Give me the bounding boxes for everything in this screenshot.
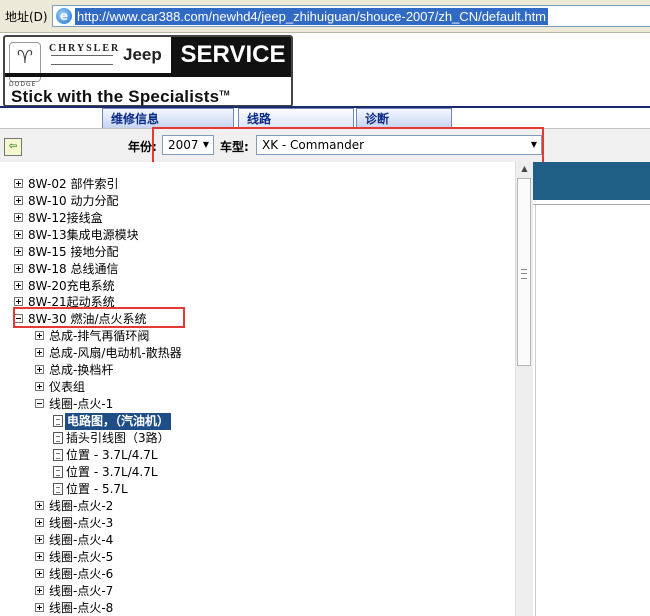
divider [535, 205, 536, 616]
expand-icon[interactable] [14, 179, 23, 188]
node-name: 总成-换档杆 [49, 363, 114, 377]
brand-chrysler: CHRYSLER [49, 43, 121, 54]
expand-icon[interactable] [14, 297, 23, 306]
ie-page-icon: e [56, 8, 72, 24]
expand-icon[interactable] [35, 382, 44, 391]
expand-icon[interactable] [14, 264, 23, 273]
grip-icon [521, 269, 527, 279]
expand-icon[interactable] [35, 501, 44, 510]
node-name: 接线盒 [66, 211, 103, 225]
node-name: 位置 - 3.7L/4.7L [66, 465, 158, 479]
tab-label: 线路 [247, 112, 272, 126]
address-bar: 地址(D) e http://www.car388.com/newhd4/jee… [0, 0, 650, 33]
node-name: 线圈-点火-3 [49, 516, 114, 530]
expand-icon[interactable] [35, 365, 44, 374]
expand-icon[interactable] [35, 586, 44, 595]
node-code: 8W-18 [28, 262, 67, 276]
scroll-thumb[interactable] [517, 178, 531, 366]
wiring-tree: 8W-02 部件索引 8W-10 动力分配 8W-12接线盒 8W-13集成电源… [0, 162, 515, 616]
node-name: 线圈-点火-5 [49, 550, 114, 564]
document-icon [53, 432, 63, 444]
node-name: 线圈-点火-4 [49, 533, 114, 547]
divider [533, 204, 650, 205]
content-band [533, 162, 650, 200]
document-icon [53, 415, 63, 427]
expand-icon[interactable] [14, 230, 23, 239]
tab-label: 维修信息 [111, 112, 160, 126]
node-name: 接地分配 [70, 245, 119, 259]
slogan-text: Stick with the Specialists [11, 87, 220, 106]
expand-icon[interactable] [14, 213, 23, 222]
node-code: 8W-10 [28, 194, 67, 208]
expand-icon[interactable] [35, 552, 44, 561]
node-name: 集成电源模块 [66, 228, 139, 242]
node-name: 充电系统 [66, 279, 115, 293]
node-name: 总成-排气再循环阀 [49, 329, 150, 343]
document-icon [53, 483, 63, 495]
logo-underbar [5, 73, 291, 77]
content-pane [533, 162, 650, 616]
node-name: 位置 - 5.7L [66, 482, 128, 496]
document-icon [53, 466, 63, 478]
expand-icon[interactable] [14, 196, 23, 205]
node-name: 线圈-点火-6 [49, 567, 114, 581]
tab-label: 诊断 [365, 112, 390, 126]
tab-diagnosis[interactable]: 诊断 [356, 108, 452, 128]
node-code: 8W-13 [28, 228, 67, 242]
node-code: 8W-20 [28, 279, 67, 293]
exit-icon[interactable]: ⇦ [4, 138, 22, 156]
expand-icon[interactable] [35, 569, 44, 578]
expand-icon[interactable] [35, 518, 44, 527]
node-name: 线圈-点火-1 [49, 397, 114, 411]
expand-icon[interactable] [35, 535, 44, 544]
scroll-up-arrow-icon[interactable]: ▲ [516, 162, 533, 176]
address-input[interactable]: e http://www.car388.com/newhd4/jeep_zhih… [52, 5, 650, 27]
node-name: 位置 - 3.7L/4.7L [66, 448, 158, 462]
chrysler-wings-icon [51, 55, 113, 65]
node-name: 插头引线图（3路） [66, 431, 170, 445]
node-name: 线圈-点火-2 [49, 499, 114, 513]
node-name: 总线通信 [70, 262, 119, 276]
node-code: 8W-12 [28, 211, 67, 225]
address-url[interactable]: http://www.car388.com/newhd4/jeep_zhihui… [75, 8, 549, 25]
tab-repair-info[interactable]: 维修信息 [102, 108, 234, 128]
node-name: 总成-风扇/电动机-散热器 [49, 346, 182, 360]
node-name: 部件索引 [70, 177, 119, 191]
expand-icon[interactable] [35, 331, 44, 340]
node-name: 仪表组 [49, 380, 86, 394]
brand-jeep: Jeep [123, 45, 162, 64]
trademark: TM [219, 90, 230, 98]
expand-icon[interactable] [14, 281, 23, 290]
expand-icon[interactable] [14, 247, 23, 256]
tree-scrollbar[interactable]: ▲ [515, 162, 533, 616]
node-name: 线圈-点火-7 [49, 584, 114, 598]
brand-header: ♈ DODGE CHRYSLER Jeep SERVICE Stick with… [0, 33, 650, 107]
highlight-box-8w-30 [13, 307, 185, 328]
service-banner: SERVICE [171, 37, 291, 73]
collapse-icon[interactable] [35, 399, 44, 408]
node-name: 线圈-点火-8 [49, 601, 114, 615]
node-name-selected: 电路图，（汽油机） [65, 413, 172, 430]
node-code: 8W-15 [28, 245, 67, 259]
node-code: 8W-02 [28, 177, 67, 191]
tab-wiring[interactable]: 线路 [238, 108, 354, 128]
document-icon [53, 449, 63, 461]
expand-icon[interactable] [35, 603, 44, 612]
node-name: 动力分配 [70, 194, 119, 208]
expand-icon[interactable] [35, 348, 44, 357]
address-label: 地址(D) [5, 10, 48, 24]
slogan: Stick with the SpecialistsTM [11, 87, 230, 107]
